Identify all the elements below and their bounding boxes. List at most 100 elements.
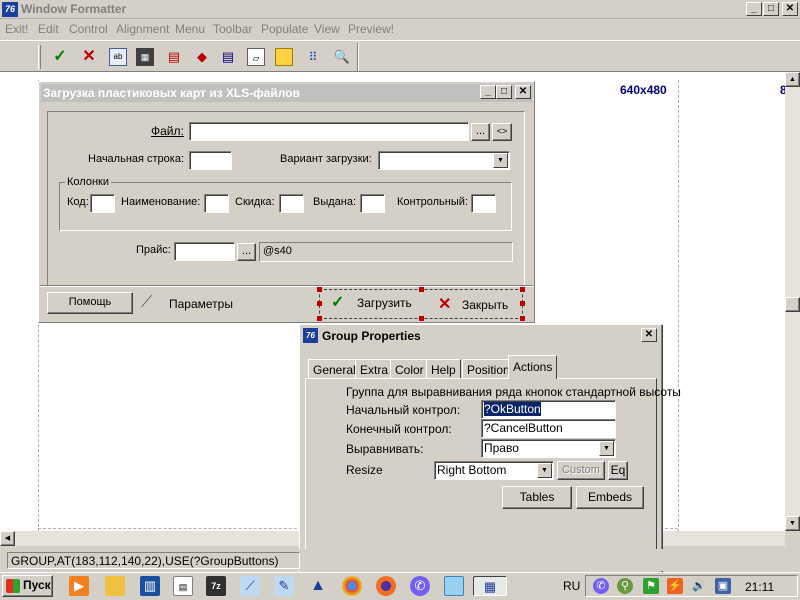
selection-handle-bl[interactable] xyxy=(317,316,322,321)
grid-icon[interactable]: ⠿ xyxy=(304,48,322,66)
flash-icon[interactable]: ⚡ xyxy=(667,578,683,594)
file-browse-button[interactable]: ... xyxy=(471,123,490,141)
check-icon[interactable]: ✓ xyxy=(51,48,69,66)
triangle-app-icon[interactable]: ▲ xyxy=(308,576,328,596)
load-button[interactable]: Загрузить xyxy=(357,296,412,310)
resize-select[interactable]: Right Bottom ▼ xyxy=(434,461,554,480)
designed-window-title: Загрузка пластиковых карт из XLS-файлов xyxy=(43,86,300,100)
entry-icon[interactable]: ▤ xyxy=(165,48,183,66)
selection-handle-bm[interactable] xyxy=(419,316,424,321)
tab-color[interactable]: Color xyxy=(390,359,429,379)
viber-tray-icon[interactable]: ✆ xyxy=(593,578,609,594)
maximize-button[interactable]: □ xyxy=(763,2,779,16)
flag-icon[interactable]: ⚑ xyxy=(643,578,659,594)
string-icon[interactable]: ▦ xyxy=(136,48,154,66)
menu-edit[interactable]: Edit xyxy=(38,22,59,36)
windows-logo-icon xyxy=(6,579,20,593)
scroll-down-button[interactable]: ▼ xyxy=(785,516,800,531)
image-icon[interactable]: ▱ xyxy=(247,48,265,66)
selection-handle-tm[interactable] xyxy=(419,287,424,292)
firefox-icon[interactable] xyxy=(376,576,396,596)
close-cross-icon: ✕ xyxy=(438,296,452,313)
language-indicator[interactable]: RU xyxy=(563,579,580,593)
file-field[interactable] xyxy=(189,122,469,141)
col-control-field[interactable] xyxy=(471,194,496,213)
menu-preview[interactable]: Preview! xyxy=(348,22,394,36)
chevron-down-icon: ▼ xyxy=(493,153,508,168)
notepad-icon[interactable] xyxy=(444,576,464,596)
tab-help[interactable]: Help xyxy=(426,359,461,379)
menu-exit[interactable]: Exit! xyxy=(5,22,28,36)
params-button[interactable]: Параметры xyxy=(169,297,233,311)
selection-handle-mr[interactable] xyxy=(520,301,525,306)
7zip-icon[interactable]: 7z xyxy=(206,576,226,596)
col-code-field[interactable] xyxy=(90,194,115,213)
selection-handle-tl[interactable] xyxy=(317,287,322,292)
col-discount-field[interactable] xyxy=(279,194,304,213)
start-row-field[interactable] xyxy=(189,151,232,170)
viber-icon[interactable]: ✆ xyxy=(410,576,430,596)
file-toggle-button[interactable]: <> xyxy=(492,123,512,141)
media-player-icon[interactable]: ▶ xyxy=(69,576,89,596)
app-tray-icon[interactable]: ▣ xyxy=(715,578,731,594)
button-icon[interactable]: ◆ xyxy=(193,48,211,66)
eq-button[interactable]: Eq xyxy=(608,461,628,480)
align-select[interactable]: Право ▼ xyxy=(481,439,616,458)
designed-maximize-button[interactable]: □ xyxy=(496,85,512,99)
menu-view[interactable]: View xyxy=(314,22,340,36)
custom-button[interactable]: Custom xyxy=(557,461,605,480)
menu-control[interactable]: Control xyxy=(69,22,108,36)
selection-handle-tr[interactable] xyxy=(520,287,525,292)
end-control-field[interactable]: ?CancelButton xyxy=(481,419,616,438)
price-browse-button[interactable]: ... xyxy=(237,243,256,261)
scroll-up-button[interactable]: ▲ xyxy=(785,72,800,87)
tool-icon[interactable]: ✎ xyxy=(274,576,294,596)
start-label: Пуск xyxy=(23,578,51,592)
designed-close-button[interactable]: ✕ xyxy=(515,85,531,99)
network-icon[interactable]: ⚲ xyxy=(617,578,633,594)
params-icon: ⟋ xyxy=(141,294,153,311)
end-control-label: Конечный контрол: xyxy=(346,422,452,436)
col-name-field[interactable] xyxy=(204,194,229,213)
menu-toolbar[interactable]: Toolbar xyxy=(213,22,252,36)
load-variant-select[interactable]: ▼ xyxy=(378,151,510,170)
menu-populate[interactable]: Populate xyxy=(261,22,308,36)
explorer-icon[interactable] xyxy=(105,576,125,596)
book-icon[interactable]: ▥ xyxy=(140,576,160,596)
price-field[interactable] xyxy=(174,242,235,261)
resize-label: Resize xyxy=(346,463,383,477)
close-button[interactable]: Закрыть xyxy=(462,298,508,312)
canvas-border-640 xyxy=(678,80,679,532)
formatter-task-icon[interactable]: ▦ xyxy=(473,576,507,596)
price-display: @s40 xyxy=(259,242,513,262)
group-props-close-button[interactable]: ✕ xyxy=(641,328,657,342)
tab-extra[interactable]: Extra xyxy=(355,359,394,379)
close-window-button[interactable]: ✕ xyxy=(782,2,798,16)
panel-icon[interactable] xyxy=(275,48,293,66)
embeds-button[interactable]: Embeds xyxy=(576,486,644,509)
list-icon[interactable]: ▤ xyxy=(219,48,237,66)
start-button[interactable]: Пуск xyxy=(2,575,53,597)
chrome-icon[interactable] xyxy=(342,576,362,596)
cross-icon[interactable]: ✕ xyxy=(80,48,98,66)
start-control-field[interactable]: ?OkButton xyxy=(481,400,616,419)
help-button[interactable]: Помощь xyxy=(47,292,133,314)
designed-minimize-button[interactable]: _ xyxy=(480,85,496,99)
minimize-button[interactable]: _ xyxy=(746,2,762,16)
selection-handle-br[interactable] xyxy=(520,316,525,321)
prompt-icon[interactable]: ab xyxy=(109,48,127,66)
tab-actions[interactable]: Actions xyxy=(508,355,558,379)
tab-position[interactable]: Position xyxy=(462,359,515,379)
col-issued-field[interactable] xyxy=(360,194,385,213)
designer-icon[interactable]: ⟋ xyxy=(240,576,260,596)
reader-icon[interactable]: ▤ xyxy=(173,576,193,596)
volume-icon[interactable]: 🔊 xyxy=(691,578,707,594)
zoom-icon[interactable]: 🔍 xyxy=(333,48,351,66)
tab-general[interactable]: General xyxy=(308,359,361,379)
tables-button[interactable]: Tables xyxy=(502,486,572,509)
menu-alignment[interactable]: Alignment xyxy=(116,22,169,36)
scroll-left-button[interactable]: ◀ xyxy=(0,531,15,546)
selection-handle-ml[interactable] xyxy=(317,301,322,306)
vertical-scroll-thumb[interactable] xyxy=(785,297,800,312)
menu-menu[interactable]: Menu xyxy=(175,22,205,36)
